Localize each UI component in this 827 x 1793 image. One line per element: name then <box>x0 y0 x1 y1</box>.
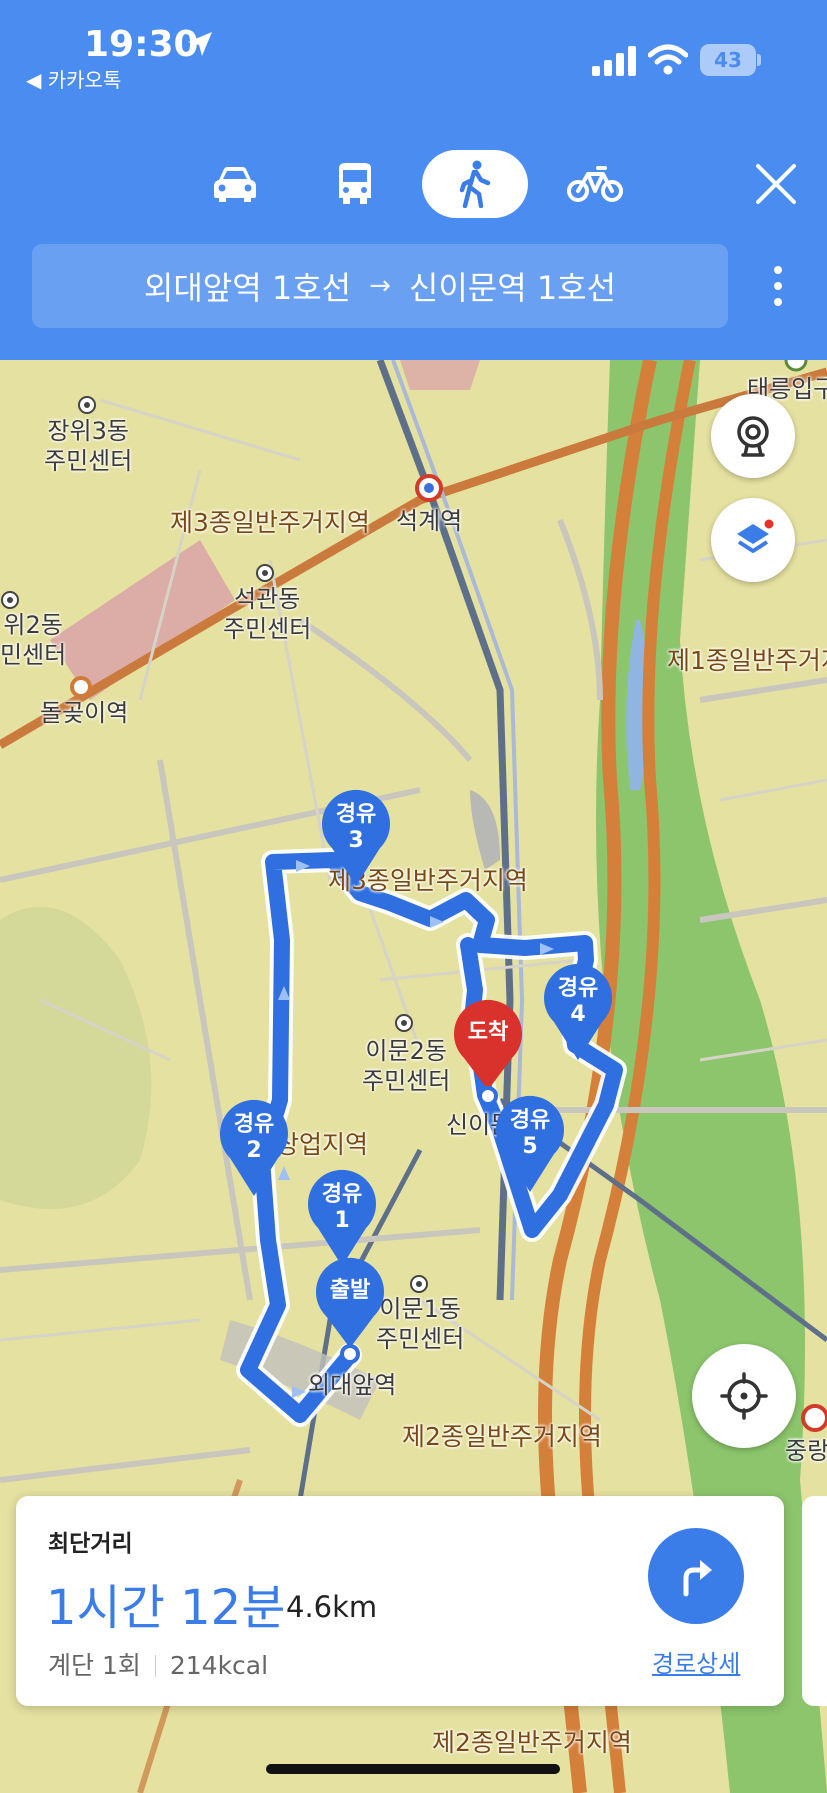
waypoint-1-number: 1 <box>334 1208 350 1233</box>
map-label-jangwi2: 위2동 민센터 <box>0 611 67 669</box>
waypoint-4-pin[interactable]: 경유 4 <box>542 962 614 1066</box>
route-meta: 계단 1회 214kcal <box>48 1646 268 1682</box>
status-time: 19:30 <box>84 24 199 65</box>
waypoint-2-number: 2 <box>246 1138 262 1163</box>
route-summary-card[interactable]: 최단거리 1시간 12분 4.6km 계단 1회 214kcal 경로상세 <box>16 1496 784 1706</box>
destination-pin-label: 도착 <box>467 1020 509 1045</box>
route-stairs: 계단 1회 <box>48 1651 141 1680</box>
map-label-dolgoji-station: 돌곶이역 <box>40 699 129 727</box>
map-label-imun2: 이문2동 주민센터 <box>362 1037 451 1095</box>
route-summary-bar[interactable]: 외대앞역 1호선 → 신이문역 1호선 <box>32 244 728 328</box>
waypoint-2-pin[interactable]: 경유 2 <box>218 1098 290 1202</box>
map-label-zone2-a: 제2종일반주거지역 <box>402 1422 602 1451</box>
back-to-app-link[interactable]: ◀ 카카오톡 <box>26 64 121 93</box>
meta-divider <box>154 1655 156 1677</box>
route-calories: 214kcal <box>169 1651 269 1680</box>
waypoint-3-label: 경유 <box>335 802 377 827</box>
route-duration: 1시간 12분 <box>46 1580 286 1636</box>
layers-icon <box>737 519 774 553</box>
waypoint-1-label: 경유 <box>321 1182 363 1207</box>
waypoint-4-number: 4 <box>570 1002 586 1027</box>
route-destination: 신이문역 1호선 <box>408 269 617 307</box>
map-layers-button[interactable] <box>711 498 795 582</box>
battery-indicator: 43 <box>700 44 756 76</box>
top-header: 19:30 ◀ 카카오톡 43 외대앞역 1호선 → 신이문역 1호선 <box>0 0 827 360</box>
car-icon <box>214 167 256 202</box>
battery-tip <box>757 54 761 66</box>
mode-bike-button[interactable] <box>542 150 648 218</box>
map-label-jangwi3: 장위3동 주민센터 <box>44 417 133 475</box>
route-type-label: 최단거리 <box>48 1531 133 1557</box>
bus-icon <box>339 163 371 204</box>
home-indicator[interactable] <box>266 1764 560 1774</box>
signal-icon <box>592 46 636 76</box>
map-label-seokgye-station: 석계역 <box>396 507 463 535</box>
cctv-button[interactable] <box>711 394 795 478</box>
my-location-button[interactable] <box>692 1344 796 1448</box>
turn-right-arrow-icon <box>683 1560 712 1597</box>
route-arrow: → <box>369 271 391 301</box>
waypoint-5-label: 경유 <box>509 1108 551 1133</box>
map-label-seokgwan: 석관동 주민센터 <box>223 585 312 643</box>
mode-bus-button[interactable] <box>302 150 408 218</box>
walk-icon <box>459 160 491 208</box>
route-detail-link[interactable]: 경로상세 <box>652 1644 740 1679</box>
close-icon[interactable] <box>752 160 800 208</box>
next-route-card[interactable] <box>802 1496 827 1706</box>
more-options-icon[interactable] <box>766 262 790 310</box>
start-pin-label: 출발 <box>329 1278 371 1303</box>
map-label-zone1: 제1종일반주거지 <box>667 646 827 675</box>
map-label-jungnang: 중랑 <box>785 1437 827 1465</box>
waypoint-5-number: 5 <box>522 1134 538 1159</box>
map-label-zone2-b: 제2종일반주거지역 <box>432 1728 632 1757</box>
waypoint-4-label: 경유 <box>557 976 599 1001</box>
waypoint-2-label: 경유 <box>233 1112 275 1137</box>
mode-walk-button[interactable] <box>422 150 528 218</box>
crosshair-icon <box>720 1372 768 1420</box>
wifi-icon <box>648 44 688 75</box>
start-pin[interactable]: 출발 <box>314 1256 386 1368</box>
route-origin: 외대앞역 1호선 <box>143 269 352 307</box>
bike-icon <box>567 166 623 202</box>
location-arrow-icon <box>188 32 212 56</box>
map-label-oedae-station: 외대앞역 <box>308 1371 397 1399</box>
waypoint-3-pin[interactable]: 경유 3 <box>320 788 392 892</box>
start-navigation-button[interactable] <box>648 1528 744 1624</box>
map-label-zone3-top: 제3종일반주거지역 <box>170 508 370 537</box>
mode-car-button[interactable] <box>182 150 288 218</box>
destination-pin[interactable]: 도착 <box>452 998 524 1110</box>
waypoint-3-number: 3 <box>348 828 364 853</box>
map-label-imun1: 이문1동 주민센터 <box>376 1295 465 1353</box>
route-distance: 4.6km <box>286 1590 378 1624</box>
cctv-icon <box>737 416 769 457</box>
